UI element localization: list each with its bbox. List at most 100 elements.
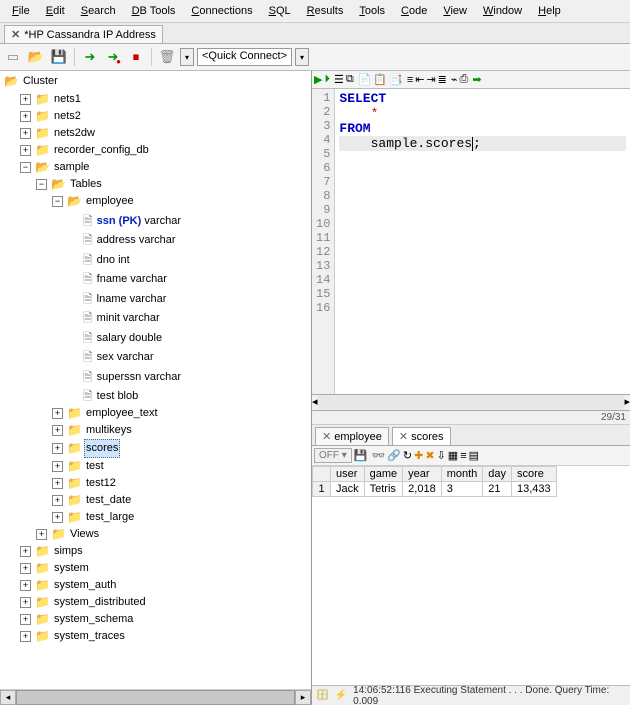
expand-toggle[interactable]: + xyxy=(52,478,63,489)
menu-connections[interactable]: Connections xyxy=(183,2,260,20)
column-header[interactable]: game xyxy=(364,467,403,482)
format-button[interactable]: ☰ xyxy=(334,73,344,86)
line-gutter: 12345678910111213141516 xyxy=(312,89,335,394)
filter-button[interactable]: 🔗 xyxy=(387,449,401,462)
sql-editor[interactable]: 12345678910111213141516 SELECT * FROM sa… xyxy=(312,89,630,395)
expand-toggle[interactable]: + xyxy=(20,631,31,642)
menu-help[interactable]: Help xyxy=(530,2,569,20)
results-tab-employee[interactable]: ✕employee xyxy=(315,427,389,445)
comment-button[interactable]: ≣ xyxy=(438,73,447,86)
outdent-button[interactable]: ⇤ xyxy=(415,73,424,86)
tool-1-button[interactable]: ⌁ xyxy=(451,73,458,86)
results-grid[interactable]: usergameyearmonthdayscore1JackTetris2,01… xyxy=(312,466,630,685)
copy-button[interactable]: 📋 xyxy=(373,73,387,86)
menu-sql[interactable]: SQL xyxy=(261,2,299,20)
close-icon[interactable]: ✕ xyxy=(322,430,331,443)
expand-toggle[interactable]: + xyxy=(36,529,47,540)
results-tab-scores[interactable]: ✕scores xyxy=(392,427,451,445)
grid-2-button[interactable]: ▤ xyxy=(469,449,479,462)
expand-toggle[interactable]: + xyxy=(52,461,63,472)
auto-commit-off-button[interactable]: OFF ▾ xyxy=(314,448,352,463)
export-button[interactable]: ⇩ xyxy=(437,449,446,462)
tree-h-scrollbar[interactable]: ◂▸ xyxy=(0,689,311,705)
column-header[interactable]: user xyxy=(331,467,365,482)
align-button[interactable]: ≡ xyxy=(460,450,466,462)
menu-view[interactable]: View xyxy=(435,2,475,20)
tree-keyspace: nets2dw xyxy=(52,125,97,142)
execute-current-button[interactable] xyxy=(324,73,330,86)
column-header[interactable]: year xyxy=(403,467,442,482)
expand-toggle[interactable]: − xyxy=(52,196,63,207)
expand-toggle[interactable]: + xyxy=(52,495,63,506)
db-dropdown-icon[interactable]: ▾ xyxy=(180,48,194,66)
quick-connect-dropdown[interactable]: <Quick Connect> xyxy=(197,48,292,66)
table-cell[interactable]: 2,018 xyxy=(403,482,442,497)
table-cell[interactable]: 13,433 xyxy=(512,482,557,497)
table-cell[interactable]: Tetris xyxy=(364,482,403,497)
tool-2-button[interactable]: ⎙ xyxy=(460,73,469,86)
indent-button[interactable]: ⇥ xyxy=(426,73,435,86)
script-button[interactable]: 📄 xyxy=(358,73,372,86)
save-button[interactable] xyxy=(49,47,69,67)
menu-edit[interactable]: Edit xyxy=(38,2,73,20)
explain-button[interactable]: ⧉ xyxy=(346,73,354,86)
open-button[interactable] xyxy=(26,47,46,67)
database-button[interactable] xyxy=(157,47,177,67)
expand-toggle[interactable]: + xyxy=(52,443,63,454)
next-button[interactable] xyxy=(472,73,481,86)
reconnect-button[interactable]: ➜● xyxy=(103,47,123,67)
menu-window[interactable]: Window xyxy=(475,2,530,20)
quick-connect-arrow-icon[interactable]: ▾ xyxy=(295,48,309,66)
new-button[interactable] xyxy=(3,47,23,67)
table-row[interactable]: 1JackTetris2,01832113,433 xyxy=(313,482,557,497)
menu-file[interactable]: File xyxy=(4,2,38,20)
menu-db-tools[interactable]: DB Tools xyxy=(124,2,184,20)
add-row-button[interactable]: ✚ xyxy=(414,449,423,462)
expand-toggle[interactable]: + xyxy=(52,425,63,436)
expand-toggle[interactable]: − xyxy=(36,179,47,190)
glasses-button[interactable]: 👓 xyxy=(372,449,386,462)
close-icon[interactable]: ✕ xyxy=(11,28,20,41)
expand-toggle[interactable]: + xyxy=(52,512,63,523)
schema-tree[interactable]: 📂Cluster+📁nets1+📁nets2+📁nets2dw+📁recorde… xyxy=(0,71,311,689)
paste-button[interactable]: 📑 xyxy=(389,73,403,86)
refresh-button[interactable]: ↻ xyxy=(403,449,412,462)
execute-button[interactable] xyxy=(314,73,322,86)
code-area[interactable]: SELECT * FROM sample.scores; xyxy=(335,89,630,394)
results-toolbar: OFF ▾ 👓 🔗 ↻ ✚ ✖ ⇩ ▦ ≡ ▤ xyxy=(312,446,630,466)
expand-toggle[interactable]: + xyxy=(20,111,31,122)
expand-toggle[interactable]: + xyxy=(20,580,31,591)
column-header[interactable]: score xyxy=(512,467,557,482)
menu-tools[interactable]: Tools xyxy=(351,2,393,20)
save-results-button[interactable] xyxy=(354,449,368,462)
disconnect-button[interactable]: ⏹ xyxy=(126,47,146,67)
expand-toggle[interactable]: + xyxy=(20,597,31,608)
align-left-button[interactable]: ≡ xyxy=(407,74,413,86)
expand-toggle[interactable]: + xyxy=(20,563,31,574)
menu-results[interactable]: Results xyxy=(299,2,352,20)
close-icon[interactable]: ✕ xyxy=(399,430,408,443)
menu-search[interactable]: Search xyxy=(73,2,124,20)
connect-button[interactable] xyxy=(80,47,100,67)
expand-toggle[interactable]: + xyxy=(20,614,31,625)
expand-toggle[interactable]: + xyxy=(52,408,63,419)
table-cell[interactable]: Jack xyxy=(331,482,365,497)
menu-code[interactable]: Code xyxy=(393,2,435,20)
tree-table: test_date xyxy=(84,492,133,509)
tree-keyspace: system_traces xyxy=(52,628,127,645)
expand-toggle[interactable]: − xyxy=(20,162,31,173)
document-tab[interactable]: ✕ *HP Cassandra IP Address xyxy=(4,25,163,43)
column-header[interactable]: day xyxy=(483,467,512,482)
folder-icon: 📁 xyxy=(35,543,50,560)
expand-toggle[interactable]: + xyxy=(20,546,31,557)
row-header[interactable] xyxy=(313,467,331,482)
column-header[interactable]: month xyxy=(441,467,483,482)
table-cell[interactable]: 21 xyxy=(483,482,512,497)
grid-1-button[interactable]: ▦ xyxy=(448,449,458,462)
expand-toggle[interactable]: + xyxy=(20,128,31,139)
table-cell[interactable]: 3 xyxy=(441,482,483,497)
editor-h-scrollbar[interactable]: ◂▸ xyxy=(312,395,630,411)
expand-toggle[interactable]: + xyxy=(20,94,31,105)
expand-toggle[interactable]: + xyxy=(20,145,31,156)
delete-row-button[interactable]: ✖ xyxy=(425,449,434,462)
